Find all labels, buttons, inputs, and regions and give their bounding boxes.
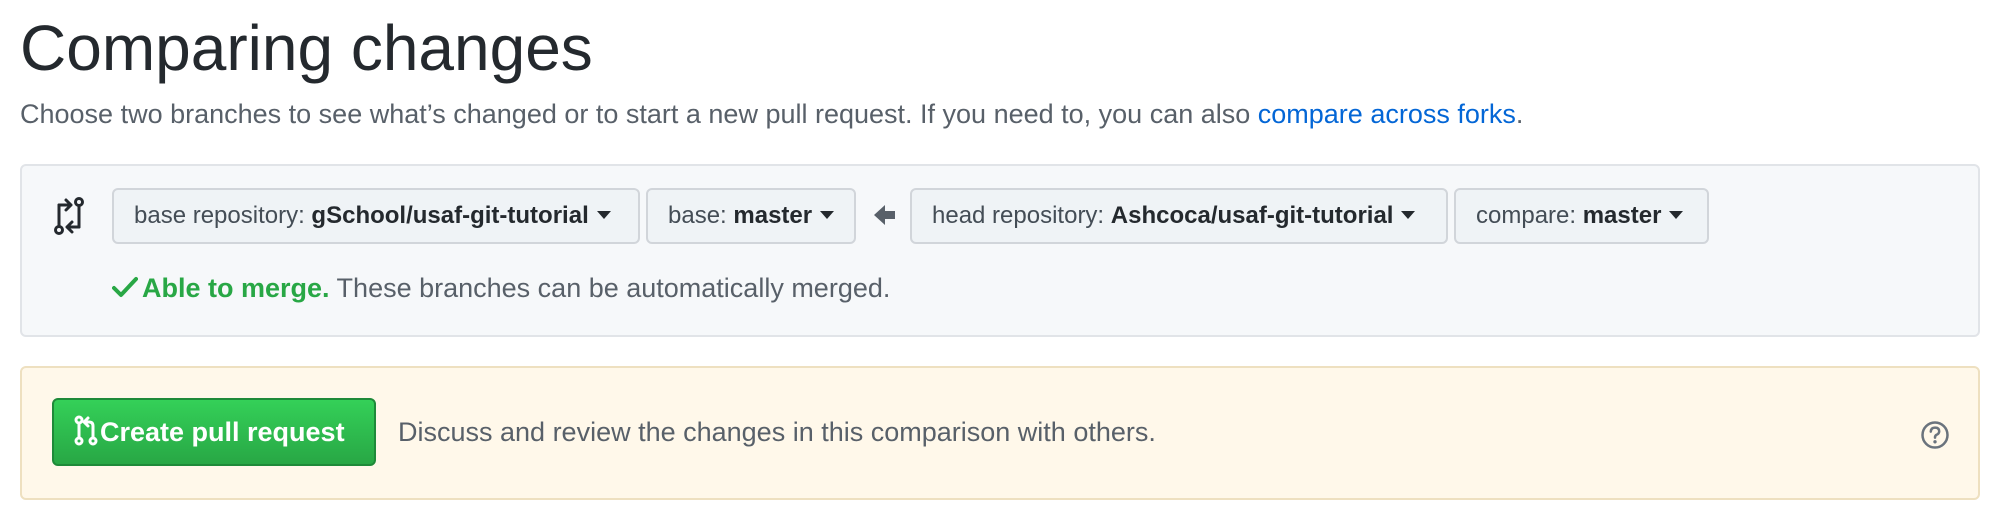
create-pr-panel: Create pull request Discuss and review t… [20, 366, 1980, 500]
head-repository-label: head repository: [932, 202, 1111, 229]
check-icon [112, 276, 138, 297]
chevron-down-icon [1669, 210, 1684, 219]
compare-branch-value: master [1582, 202, 1662, 229]
compare-branch-select[interactable]: compare: master [1454, 188, 1709, 244]
base-repository-value: gSchool/usaf-git-tutorial [311, 202, 589, 229]
head-repository-value: Ashcoca/usaf-git-tutorial [1110, 202, 1394, 229]
base-branch-select[interactable]: base: master [646, 188, 856, 244]
create-pull-request-button[interactable]: Create pull request [52, 398, 376, 466]
create-pull-request-label: Create pull request [100, 417, 345, 447]
arrow-left-icon [874, 205, 895, 225]
chevron-down-icon [596, 210, 611, 219]
compare-page: Comparing changes Choose two branches to… [0, 0, 2000, 520]
git-compare-icon [54, 197, 84, 235]
question-icon[interactable] [1920, 420, 1950, 450]
chevron-down-icon [1401, 210, 1416, 219]
compare-branch-label: compare: [1476, 202, 1583, 229]
base-branch-value: master [733, 202, 813, 229]
compare-across-forks-link[interactable]: compare across forks [1258, 99, 1516, 129]
head-repository-select[interactable]: head repository: Ashcoca/usaf-git-tutori… [910, 188, 1448, 244]
merge-status-message: These branches can be automatically merg… [329, 273, 891, 303]
pull-request-description: Discuss and review the changes in this c… [398, 417, 1156, 447]
base-branch-label: base: [668, 202, 734, 229]
page-subtitle: Choose two branches to see what’s change… [20, 96, 1523, 132]
base-repository-select[interactable]: base repository: gSchool/usaf-git-tutori… [112, 188, 640, 244]
chevron-down-icon [820, 210, 835, 219]
merge-status: Able to merge. These branches can be aut… [112, 270, 890, 306]
merge-status-label: Able to merge. [142, 273, 330, 303]
page-title: Comparing changes [20, 12, 593, 84]
range-editor: base repository: gSchool/usaf-git-tutori… [20, 164, 1980, 337]
git-pull-request-icon [74, 415, 98, 446]
base-repository-label: base repository: [134, 202, 312, 229]
subtitle-end: . [1515, 99, 1524, 129]
subtitle-text: Choose two branches to see what’s change… [20, 99, 1258, 129]
